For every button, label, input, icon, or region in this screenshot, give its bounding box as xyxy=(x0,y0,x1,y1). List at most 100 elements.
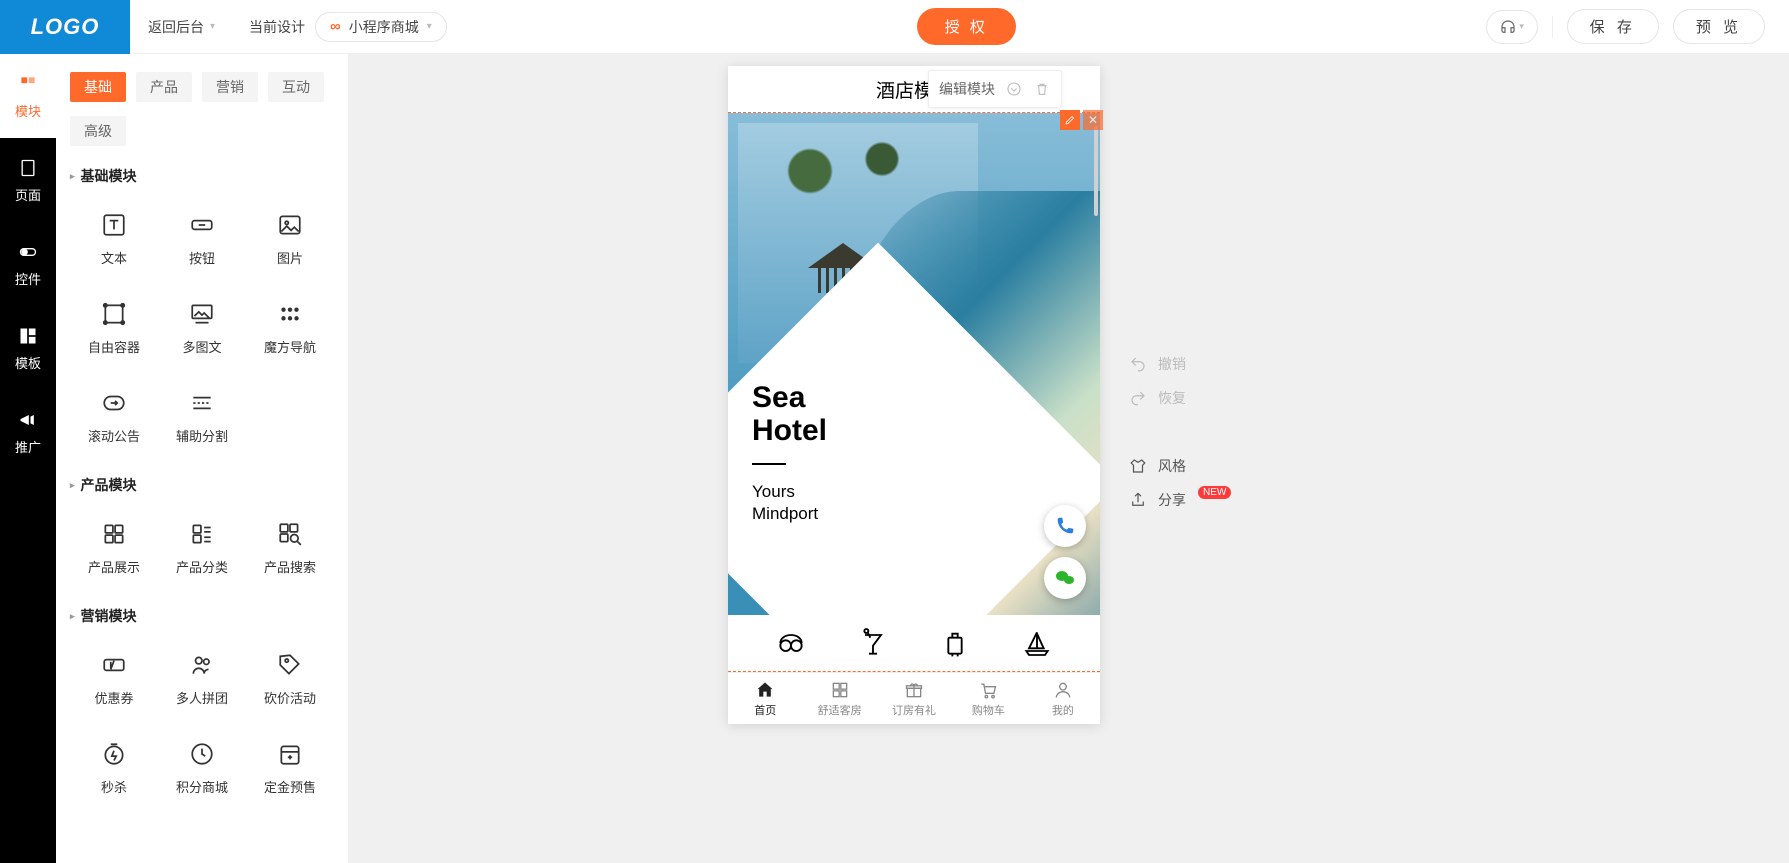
main: 模块 页面 控件 模板 推广 基础 产品 营销 互动 高级 ▸基础 xyxy=(0,54,1789,863)
section-product[interactable]: ▸产品模块 xyxy=(70,475,334,495)
comp-points-mall[interactable]: 积分商城 xyxy=(158,729,246,806)
trash-icon[interactable] xyxy=(1033,80,1051,98)
coupon-icon xyxy=(99,650,129,680)
comp-grid-product: 产品展示 产品分类 产品搜索 xyxy=(70,509,334,586)
undo-button[interactable]: 撤销 xyxy=(1128,354,1231,374)
comp-divider[interactable]: 辅助分割 xyxy=(158,378,246,455)
comp-label: 自由容器 xyxy=(88,337,140,356)
chevron-down-circle-icon[interactable] xyxy=(1005,80,1023,98)
tab-basic[interactable]: 基础 xyxy=(70,72,126,102)
rail-promote[interactable]: 推广 xyxy=(0,390,56,474)
presale-icon xyxy=(275,739,305,769)
comp-product-category[interactable]: 产品分类 xyxy=(158,509,246,586)
phone-body[interactable]: Sea Hotel Yours Mindport xyxy=(728,112,1100,672)
section-marketing[interactable]: ▸营销模块 xyxy=(70,606,334,626)
tab-product[interactable]: 产品 xyxy=(136,72,192,102)
wechat-icon xyxy=(1053,566,1077,590)
comp-product-display[interactable]: 产品展示 xyxy=(70,509,158,586)
comp-label: 多图文 xyxy=(182,337,221,356)
hero-title-2: Hotel xyxy=(752,414,827,447)
comp-grid-marketing: 优惠券 多人拼团 砍价活动 秒杀 积分商城 定金预售 xyxy=(70,640,334,806)
rail-templates[interactable]: 模板 xyxy=(0,306,56,390)
comp-gallery[interactable]: 多图文 xyxy=(158,289,246,366)
comp-group-buy[interactable]: 多人拼团 xyxy=(158,640,246,717)
phone-scrollbar[interactable] xyxy=(1094,126,1098,216)
canvas[interactable]: 编辑模块 ✕ 酒店模板 Sea Hotel Y xyxy=(348,54,1789,863)
comp-product-search[interactable]: 产品搜索 xyxy=(246,509,334,586)
save-button[interactable]: 保 存 xyxy=(1567,9,1659,44)
hero-sub-1: Yours xyxy=(752,481,827,503)
logo[interactable]: LOGO xyxy=(0,0,130,54)
new-badge: NEW xyxy=(1198,486,1231,499)
back-button[interactable]: 返回后台 ▾ xyxy=(130,0,233,54)
bargain-icon xyxy=(275,650,305,680)
button-icon xyxy=(187,210,217,240)
design-selector[interactable]: ∞ 小程序商城 ▾ xyxy=(315,12,447,42)
panel-tabs-2: 高级 xyxy=(70,116,334,146)
share-button[interactable]: 分享NEW xyxy=(1128,490,1231,510)
comp-presale[interactable]: 定金预售 xyxy=(246,729,334,806)
comp-grid-nav[interactable]: 魔方导航 xyxy=(246,289,334,366)
hero-divider xyxy=(752,463,786,465)
comp-coupon[interactable]: 优惠券 xyxy=(70,640,158,717)
section-title: 营销模块 xyxy=(81,606,137,626)
miniprogram-icon: ∞ xyxy=(330,18,341,35)
section-basic[interactable]: ▸基础模块 xyxy=(70,166,334,186)
product-search-icon xyxy=(275,519,305,549)
chevron-down-icon: ▾ xyxy=(210,21,215,32)
tab-mine[interactable]: 我的 xyxy=(1026,673,1100,724)
rail-label: 控件 xyxy=(15,269,41,288)
preview-button[interactable]: 预 览 xyxy=(1673,9,1765,44)
tab-home[interactable]: 首页 xyxy=(728,673,802,724)
tab-label: 订房有礼 xyxy=(892,702,936,718)
tab-rooms[interactable]: 舒适客房 xyxy=(802,673,876,724)
comp-container[interactable]: 自由容器 xyxy=(70,289,158,366)
chevron-down-icon: ▾ xyxy=(427,21,432,32)
tab-cart[interactable]: 购物车 xyxy=(951,673,1025,724)
authorize-button[interactable]: 授 权 xyxy=(917,8,1016,45)
module-toolbar-label[interactable]: 编辑模块 xyxy=(939,79,995,99)
comp-notice[interactable]: 滚动公告 xyxy=(70,378,158,455)
rail-modules[interactable]: 模块 xyxy=(0,54,56,138)
rail-label: 推广 xyxy=(15,437,41,456)
tab-interactive[interactable]: 互动 xyxy=(268,72,324,102)
comp-text[interactable]: 文本 xyxy=(70,200,158,277)
comp-image[interactable]: 图片 xyxy=(246,200,334,277)
edit-icon[interactable] xyxy=(1060,110,1080,130)
redo-button[interactable]: 恢复 xyxy=(1128,388,1231,408)
comp-label: 图片 xyxy=(277,248,303,267)
gallery-icon xyxy=(187,299,217,329)
rail-pages[interactable]: 页面 xyxy=(0,138,56,222)
component-panel: 基础 产品 营销 互动 高级 ▸基础模块 文本 按钮 图片 自由容器 多图文 魔… xyxy=(56,54,348,863)
comp-label: 滚动公告 xyxy=(88,426,140,445)
comp-label: 积分商城 xyxy=(176,777,228,796)
product-category-icon xyxy=(187,519,217,549)
headset-icon xyxy=(1499,18,1517,36)
comp-flash-sale[interactable]: 秒杀 xyxy=(70,729,158,806)
tab-booking[interactable]: 订房有礼 xyxy=(877,673,951,724)
float-wechat-button[interactable] xyxy=(1044,557,1086,599)
close-icon[interactable]: ✕ xyxy=(1083,110,1103,130)
float-phone-button[interactable] xyxy=(1044,505,1086,547)
tab-label: 购物车 xyxy=(972,702,1005,718)
text-icon xyxy=(99,210,129,240)
blocks-icon xyxy=(17,73,39,95)
goggles-icon xyxy=(775,627,807,659)
style-button[interactable]: 风格 xyxy=(1128,456,1231,476)
rail-label: 模板 xyxy=(15,353,41,372)
phone-tabbar: 首页 舒适客房 订房有礼 购物车 我的 xyxy=(728,672,1100,724)
comp-label: 辅助分割 xyxy=(176,426,228,445)
back-label: 返回后台 xyxy=(148,17,204,37)
comp-bargain[interactable]: 砍价活动 xyxy=(246,640,334,717)
tab-advanced[interactable]: 高级 xyxy=(70,116,126,146)
triangle-icon: ▸ xyxy=(70,171,75,182)
layout-icon xyxy=(17,325,39,347)
comp-button[interactable]: 按钮 xyxy=(158,200,246,277)
share-icon xyxy=(1128,490,1148,510)
user-icon xyxy=(1053,680,1073,700)
phone-preview: 酒店模板 Sea Hotel Yours Mindport xyxy=(728,66,1100,724)
support-button[interactable]: ▾ xyxy=(1486,10,1538,44)
rail-widgets[interactable]: 控件 xyxy=(0,222,56,306)
selection-handles[interactable]: ✕ xyxy=(1060,110,1103,130)
tab-marketing[interactable]: 营销 xyxy=(202,72,258,102)
